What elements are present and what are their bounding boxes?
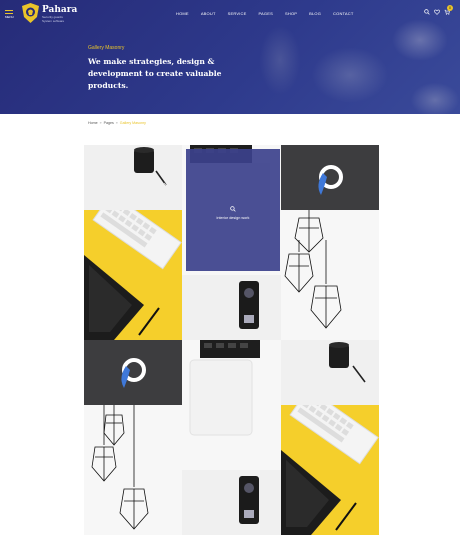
main-nav: HOME ABOUT SERVICE PAGES SHOP BLOG CONTA… [176, 11, 365, 16]
nav-item-blog[interactable]: BLOG [309, 11, 321, 16]
abstract-logo-image [318, 165, 343, 195]
page-hero: MENU Pahara Security guards System softw… [0, 0, 460, 114]
heart-icon[interactable] [434, 9, 440, 15]
gallery-item-macbook[interactable] [182, 340, 281, 470]
nav-item-about[interactable]: ABOUT [201, 11, 216, 16]
zoom-icon[interactable] [230, 206, 236, 212]
menu-label: MENU [5, 15, 14, 19]
site-logo[interactable]: Pahara Security guards System software [22, 3, 77, 23]
hero-background-photo [200, 0, 460, 114]
breadcrumb-home[interactable]: Home [88, 121, 98, 125]
pendant-lamps-image [284, 210, 342, 329]
abstract-logo-image [121, 358, 146, 388]
keyboard-tablet-image [281, 405, 379, 535]
smartphone-image [239, 476, 259, 524]
breadcrumb-current: Gallery Masonry [119, 121, 146, 125]
breadcrumb-pages[interactable]: Pages [104, 121, 114, 125]
gallery-item-abstract-logo[interactable] [281, 145, 379, 210]
gallery-item-coffee-and-pen[interactable] [281, 340, 379, 405]
gallery-item-coffee-and-pen[interactable] [84, 145, 182, 210]
gallery-item-abstract-logo[interactable] [84, 340, 182, 405]
pendant-lamps-image [91, 405, 149, 530]
logo-tagline: Security guards System software [42, 15, 65, 23]
nav-item-home[interactable]: HOME [176, 11, 189, 16]
gallery-item-smartphone[interactable] [182, 275, 281, 340]
logo-name: Pahara [42, 5, 78, 15]
search-icon[interactable] [424, 9, 430, 15]
gallery-item-keyboard-and-tablet[interactable] [84, 210, 182, 340]
gallery-item-pendant-lamps[interactable] [281, 210, 379, 340]
breadcrumb: Home» Pages» Gallery Masonry [88, 121, 146, 125]
nav-item-contact[interactable]: CONTACT [333, 11, 353, 16]
gallery-item-keyboard-and-tablet[interactable] [281, 405, 379, 535]
menu-button[interactable]: MENU [5, 10, 14, 19]
hero-title: We make strategies, design & development… [88, 57, 222, 90]
coffee-cup-image [134, 147, 167, 186]
gallery-hover-caption: interior design work [216, 216, 250, 220]
nav-item-shop[interactable]: SHOP [285, 11, 297, 16]
coffee-cup-image [329, 342, 366, 383]
gallery-hover-overlay[interactable]: interior design work [186, 149, 280, 271]
lion-shield-icon [22, 3, 39, 23]
smartphone-image [239, 281, 259, 329]
nav-item-pages[interactable]: PAGES [258, 11, 273, 16]
cart-count-badge: 0 [447, 5, 453, 11]
keyboard-tablet-image [84, 210, 182, 340]
macbook-image [189, 340, 260, 436]
gallery-item-pendant-lamps[interactable] [84, 405, 182, 535]
hero-subtitle: Gallery Masonry [88, 45, 125, 51]
gallery-item-smartphone[interactable] [182, 470, 281, 535]
nav-item-service[interactable]: SERVICE [228, 11, 247, 16]
